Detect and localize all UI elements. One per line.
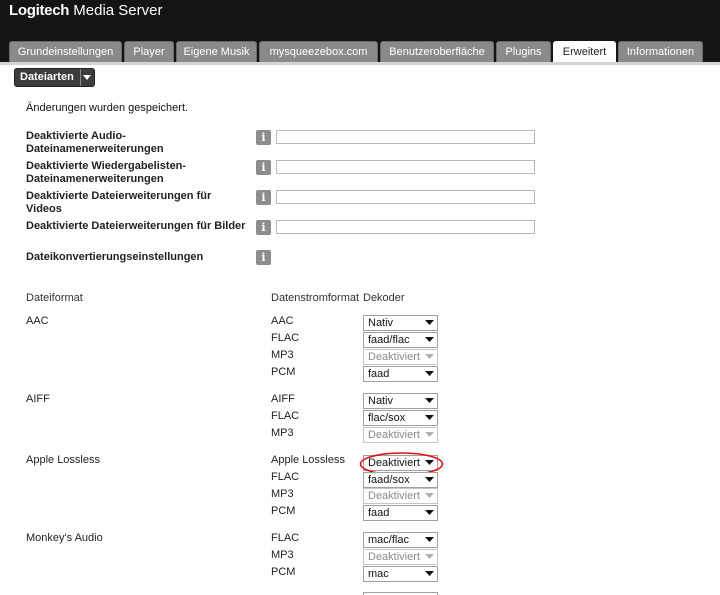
decoder-select[interactable]: Nativ <box>363 393 438 409</box>
select-value: faad <box>368 507 390 519</box>
info-icon[interactable]: i <box>256 220 271 235</box>
stream-label: FLAC <box>271 471 300 483</box>
stream-label: AAC <box>271 315 294 327</box>
select-value: faad/flac <box>368 334 410 346</box>
chevron-down-icon <box>425 537 434 542</box>
info-icon[interactable]: i <box>256 130 271 145</box>
chevron-down-icon <box>425 571 434 576</box>
label-line-2: Dateinamenerweiterungen <box>26 143 164 155</box>
chevron-down-icon <box>425 337 434 342</box>
format-label: AIFF <box>26 393 50 405</box>
dateiarten-dropdown-button[interactable]: Dateiarten <box>14 68 95 87</box>
tab-grundeinstellungen[interactable]: Grundeinstellungen <box>9 41 122 62</box>
decoder-select[interactable]: flac/sox <box>363 410 438 426</box>
conversion-settings-label: Dateikonvertierungseinstellungen <box>26 251 204 263</box>
chevron-down-icon <box>425 354 434 359</box>
info-icon[interactable]: i <box>256 250 271 265</box>
tab-informationen[interactable]: Informationen <box>618 41 703 62</box>
select-value: Deaktiviert <box>368 429 420 441</box>
stream-label: PCM <box>271 566 296 578</box>
app-logo: Logitech Media Server <box>9 2 162 19</box>
tab-mysqueezebox[interactable]: mysqueezebox.com <box>259 41 378 62</box>
chevron-down-icon <box>425 398 434 403</box>
decoder-select[interactable]: mac/flac <box>363 532 438 548</box>
save-status-message: Änderungen wurden gespeichert. <box>26 102 189 114</box>
chevron-down-icon <box>425 432 434 437</box>
setting-label-audio-ext: Deaktivierte Audio- Dateinamenerweiterun… <box>26 130 164 156</box>
setting-label-image-ext: Deaktivierte Dateierweiterungen für Bild… <box>26 220 245 233</box>
chevron-down-icon <box>425 371 434 376</box>
label-line-1: Deaktivierte Audio- <box>26 130 126 142</box>
stream-label: PCM <box>271 505 296 517</box>
setting-label-playlist-ext: Deaktivierte Wiedergabelisten- Dateiname… <box>26 160 186 186</box>
chevron-down-icon <box>425 493 434 498</box>
tab-player[interactable]: Player <box>124 41 174 62</box>
stream-label: MP3 <box>271 349 294 361</box>
chevron-down-icon <box>425 477 434 482</box>
info-icon[interactable]: i <box>256 160 271 175</box>
brand-bold: Logitech <box>9 2 70 19</box>
playlist-ext-input[interactable] <box>276 160 535 174</box>
decoder-select-disabled: Deaktiviert <box>363 488 438 504</box>
stream-label: FLAC <box>271 532 300 544</box>
chevron-down-icon <box>425 554 434 559</box>
select-value: Nativ <box>368 395 394 407</box>
tab-benutzeroberflaeche[interactable]: Benutzeroberfläche <box>380 41 494 62</box>
decoder-select-disabled: Deaktiviert <box>363 549 438 565</box>
stream-label: AIFF <box>271 393 295 405</box>
stream-label: MP3 <box>271 549 294 561</box>
dropdown-label: Dateiarten <box>15 69 81 86</box>
select-value: Deaktiviert <box>368 490 420 502</box>
chevron-down-icon <box>425 415 434 420</box>
format-label: AAC <box>26 315 49 327</box>
column-header-decoder: Dekoder <box>363 292 405 304</box>
chevron-down-icon <box>425 510 434 515</box>
stream-label: Apple Lossless <box>271 454 345 466</box>
audio-ext-input[interactable] <box>276 130 535 144</box>
chevron-down-icon <box>425 320 434 325</box>
tab-eigene-musik[interactable]: Eigene Musik <box>176 41 257 62</box>
image-ext-input[interactable] <box>276 220 535 234</box>
select-value: faad/sox <box>368 474 410 486</box>
video-ext-input[interactable] <box>276 190 535 204</box>
column-header-format: Dateiformat <box>26 292 83 304</box>
decoder-select[interactable]: faad <box>363 366 438 382</box>
label-line-1: Deaktivierte Dateierweiterungen für Bild… <box>26 220 246 232</box>
stream-label: FLAC <box>271 332 300 344</box>
decoder-select[interactable]: mac <box>363 566 438 582</box>
decoder-select-disabled: Deaktiviert <box>363 349 438 365</box>
setting-label-video-ext: Deaktivierte Dateierweiterungen für Vide… <box>26 190 211 216</box>
column-header-stream: Datenstromformat <box>271 292 360 304</box>
header-bar: Logitech Media Server Grundeinstellungen… <box>0 0 720 66</box>
decoder-select-disabled: Deaktiviert <box>363 427 438 443</box>
stream-label: MP3 <box>271 427 294 439</box>
label-line-1: Deaktivierte Dateierweiterungen für <box>26 190 212 202</box>
select-value: mac <box>368 568 389 580</box>
tab-bar: Grundeinstellungen Player Eigene Musik m… <box>0 41 720 65</box>
select-value: flac/sox <box>368 412 406 424</box>
tab-plugins[interactable]: Plugins <box>496 41 551 62</box>
select-value: faad <box>368 368 390 380</box>
stream-label: FLAC <box>271 410 300 422</box>
stream-label: MP3 <box>271 488 294 500</box>
label-line-2: Videos <box>26 203 62 215</box>
stream-label: PCM <box>271 366 296 378</box>
select-value: Deaktiviert <box>368 551 420 563</box>
format-label: Monkey's Audio <box>26 532 103 544</box>
select-value: Deaktiviert <box>368 351 420 363</box>
chevron-down-icon <box>81 69 94 86</box>
format-label: Apple Lossless <box>26 454 100 466</box>
decoder-select[interactable]: Nativ <box>363 315 438 331</box>
label-line-1: Deaktivierte Wiedergabelisten- <box>26 160 187 172</box>
select-value: Nativ <box>368 317 394 329</box>
submenu-bar: Dateiarten <box>0 62 720 90</box>
brand-name: Media Server <box>73 2 163 19</box>
decoder-select[interactable]: faad/flac <box>363 332 438 348</box>
decoder-select[interactable]: faad/sox <box>363 472 438 488</box>
info-icon[interactable]: i <box>256 190 271 205</box>
label-line-2: Dateinamenerweiterungen <box>26 173 164 185</box>
select-value: mac/flac <box>368 534 409 546</box>
decoder-select[interactable]: faad <box>363 505 438 521</box>
